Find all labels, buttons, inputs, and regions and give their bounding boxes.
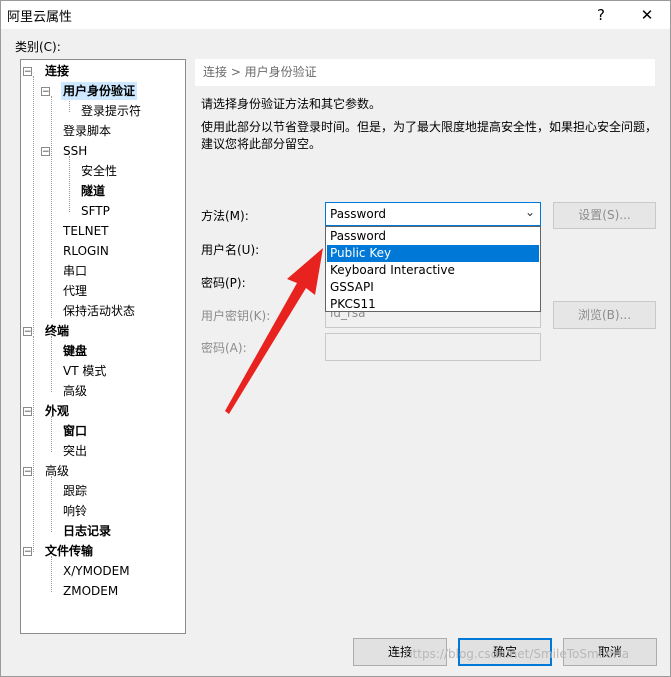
help-button[interactable]: ? [581, 3, 621, 27]
passphrase-field[interactable] [325, 333, 541, 361]
close-button[interactable]: ✕ [627, 3, 667, 27]
breadcrumb: 连接 > 用户身份验证 [195, 59, 655, 86]
dropdown-option[interactable]: Password [327, 228, 539, 245]
tree-expander-icon[interactable]: − [41, 147, 50, 157]
tree-expander-icon[interactable]: − [23, 327, 32, 337]
annotation-arrow [225, 248, 323, 414]
description-line-2: 使用此部分以节省登录时间。但是，为了最大限度地提高安全性，如果担心安全问题， [201, 120, 658, 134]
method-dropdown-list[interactable]: Password Public Key Keyboard Interactive GS… [325, 226, 541, 312]
window-title: 阿里云属性 [7, 10, 73, 25]
tree-item[interactable]: 跟踪 [61, 482, 89, 500]
method-select[interactable]: Password ⌄ [325, 202, 541, 226]
category-label: 类别(C): [15, 40, 61, 54]
tree-connector [51, 336, 52, 392]
tree-item[interactable]: 响铃 [61, 502, 89, 520]
tree-item[interactable]: 隧道 [79, 182, 107, 200]
tree-item[interactable]: RLOGIN [61, 242, 111, 260]
tree-expander-icon[interactable]: − [23, 467, 32, 477]
tree-item[interactable]: 终端 [43, 322, 71, 340]
tree-item[interactable]: SFTP [79, 202, 112, 220]
tree-item[interactable]: 窗口 [61, 422, 89, 440]
tree-expander-icon[interactable]: − [41, 87, 50, 97]
tree-item[interactable]: 高级 [43, 462, 71, 480]
tree-item[interactable]: X/YMODEM [61, 562, 132, 580]
chevron-down-icon[interactable]: ⌄ [525, 205, 535, 219]
dropdown-option[interactable]: GSSAPI [327, 279, 539, 296]
method-label: 方法(M): [201, 209, 249, 223]
tree-item[interactable]: 高级 [61, 382, 89, 400]
tree-item[interactable]: 代理 [61, 282, 89, 300]
settings-button[interactable]: 设置(S)... [553, 202, 656, 229]
annotation-arrow-shape [225, 248, 323, 414]
tree-item[interactable]: 用户身份验证 [61, 82, 138, 100]
tree-connector [33, 336, 34, 552]
tree-item[interactable]: 串口 [61, 262, 89, 280]
tree-item[interactable]: 文件传输 [43, 542, 95, 560]
tree-connector [33, 76, 34, 334]
tree-connector [51, 416, 52, 452]
tree-item[interactable]: 日志记录 [61, 522, 113, 540]
tree-item[interactable]: 保持活动状态 [61, 302, 137, 320]
tree-connector [51, 556, 52, 592]
tree-item[interactable]: 键盘 [61, 342, 89, 360]
tree-connector [51, 96, 52, 318]
tree-expander-icon[interactable]: − [23, 547, 32, 557]
watermark: https://blog.csdn.net/SmileToSmileHa [405, 647, 630, 661]
tree-item[interactable]: SSH [61, 142, 89, 160]
description-line-1: 请选择身份验证方法和其它参数。 [201, 97, 382, 111]
method-select-value: Password [330, 207, 387, 221]
category-tree[interactable]: − 连接 − 用户身份验证登录提示符登录脚本 − SSH 安全性隧道 SFTP TELNET RL… [20, 59, 186, 634]
tree-item[interactable]: 外观 [43, 402, 71, 420]
tree-item[interactable]: VT 模式 [61, 362, 108, 380]
tree-connector [69, 156, 70, 212]
dropdown-option[interactable]: Public Key [327, 245, 539, 262]
tree-item[interactable]: 登录提示符 [79, 102, 143, 120]
tree-item[interactable]: 连接 [43, 62, 71, 80]
description-line-3: 建议您将此部分留空。 [201, 137, 322, 151]
browse-button[interactable]: 浏览(B)... [553, 301, 656, 329]
dropdown-option[interactable]: Keyboard Interactive [327, 262, 539, 279]
dropdown-option[interactable]: PKCS11 [327, 296, 539, 313]
title-bar: 阿里云属性 ? ✕ [1, 1, 670, 29]
properties-dialog: 阿里云属性 ? ✕ 类别(C): − 连接 − 用户身份验证登录提示符登录脚本 − SSH… [0, 0, 671, 677]
tree-item[interactable]: 安全性 [79, 162, 119, 180]
tree-expander-icon[interactable]: − [23, 67, 32, 77]
tree-expander-icon[interactable]: − [23, 407, 32, 417]
tree-item[interactable]: 登录脚本 [61, 122, 113, 140]
tree-connector [51, 476, 52, 532]
tree-item[interactable]: TELNET [61, 222, 111, 240]
tree-item[interactable]: ZMODEM [61, 582, 120, 600]
tree-item[interactable]: 突出 [61, 442, 89, 460]
